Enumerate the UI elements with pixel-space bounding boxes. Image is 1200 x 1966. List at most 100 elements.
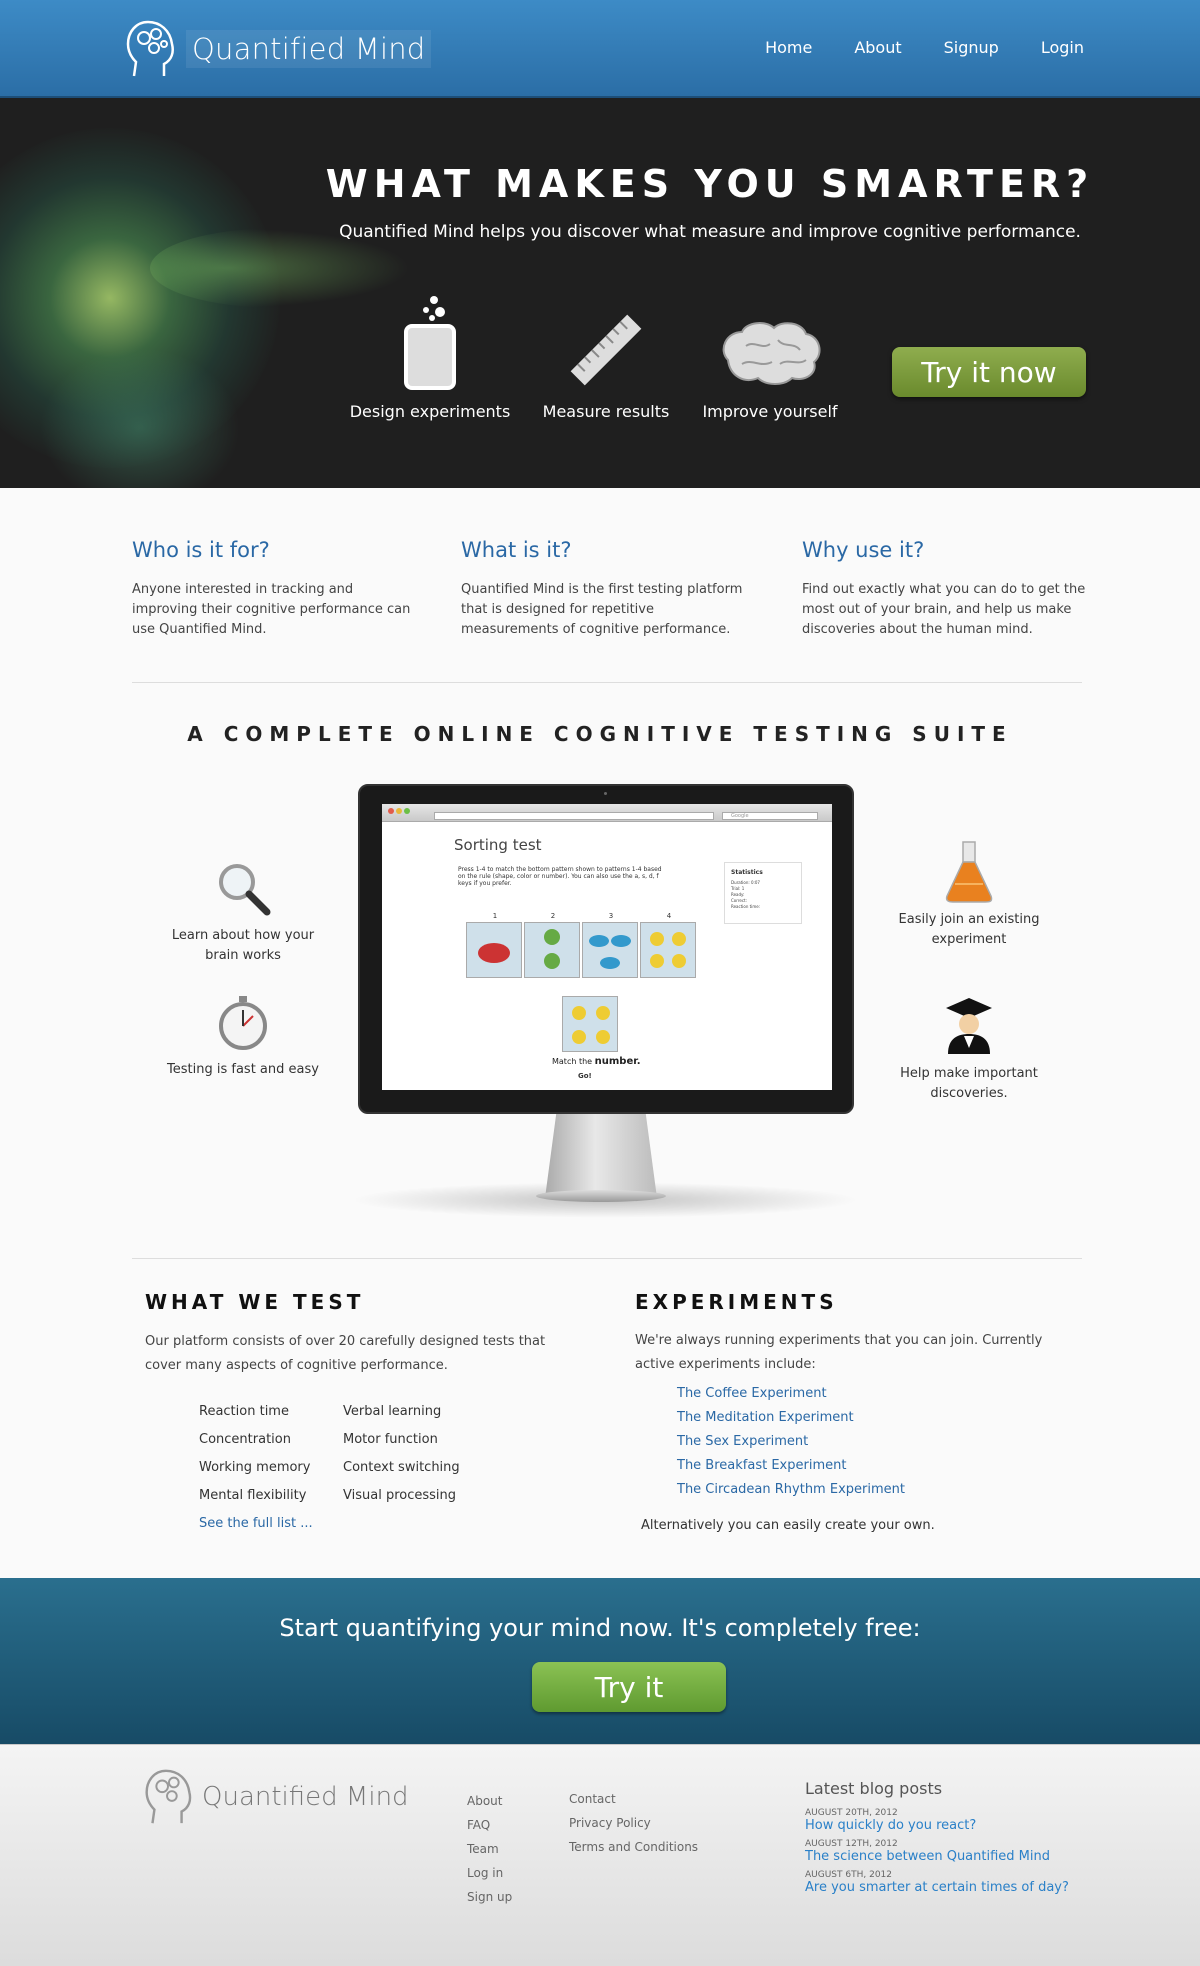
intro-who-text: Anyone interested in tracking and improv… [132, 582, 411, 637]
feature-improve: Improve yourself [685, 290, 855, 421]
try-it-now-button[interactable]: Try it now [892, 347, 1086, 397]
suite-title: A COMPLETE ONLINE COGNITIVE TESTING SUIT… [187, 722, 1013, 746]
intro-what-text: Quantified Mind is the first testing pla… [461, 582, 743, 637]
see-full-list-link[interactable]: See the full list ... [199, 1516, 313, 1531]
footer-link-login[interactable]: Log in [467, 1861, 512, 1885]
footer-link-signup[interactable]: Sign up [467, 1885, 512, 1909]
window-close-dot [388, 808, 394, 814]
match-prefix: Match the [552, 1057, 593, 1066]
cta-text: Start quantifying your mind now. It's co… [279, 1614, 921, 1642]
whale-icon [589, 935, 631, 969]
tile-number: 2 [550, 912, 556, 920]
post-link[interactable]: The science between Quantified Mind [805, 1849, 1095, 1864]
test-item: Verbal learning [343, 1404, 442, 1419]
side-fast: Testing is fast and easy [158, 990, 328, 1080]
footer-link-contact[interactable]: Contact [569, 1787, 698, 1811]
intro-who: Who is it for? Anyone interested in trac… [132, 538, 422, 640]
pattern-tile [582, 922, 638, 978]
chick-icon [572, 1006, 610, 1044]
experiment-link-coffee[interactable]: The Coffee Experiment [677, 1382, 905, 1406]
address-bar [434, 812, 714, 820]
monitor-base [536, 1190, 666, 1202]
window-max-dot [404, 808, 410, 814]
intro-why-text: Find out exactly what you can do to get … [802, 582, 1086, 637]
footer-logo-text: Quantified Mind [202, 1782, 409, 1812]
side-join-label: Easily join an existing experiment [898, 912, 1040, 947]
nav-signup[interactable]: Signup [944, 38, 999, 57]
try-it-button[interactable]: Try it [532, 1662, 726, 1712]
post-link[interactable]: Are you smarter at certain times of day? [805, 1880, 1095, 1895]
stats-title: Statistics [731, 869, 763, 876]
test-item: Context switching [343, 1460, 460, 1475]
camera-dot [604, 792, 607, 795]
graduate-icon [946, 998, 992, 1054]
what-we-test-title: WHAT WE TEST [145, 1290, 365, 1314]
test-item: Mental flexibility [199, 1488, 307, 1503]
feature-measure: Measure results [521, 290, 691, 421]
stopwatch-icon [219, 996, 267, 1050]
test-list-2: Verbal learning Motor function Context s… [343, 1398, 460, 1510]
monitor: Google Sorting test Press 1-4 to match t… [358, 784, 854, 1114]
post-date: AUGUST 6TH, 2012 [805, 1870, 892, 1880]
ruler-icon [570, 314, 642, 386]
feature-measure-label: Measure results [542, 402, 670, 421]
target-tile [562, 996, 618, 1052]
test-item: Reaction time [199, 1404, 289, 1419]
intro-what: What is it? Quantified Mind is the first… [461, 538, 751, 640]
stats-box: Statistics Duration: 0:07 Trial: 1 Ready… [724, 862, 802, 924]
hero-banner: WHAT MAKES YOU SMARTER? Quantified Mind … [0, 98, 1200, 488]
footer-link-faq[interactable]: FAQ [467, 1813, 512, 1837]
brain-icon [722, 322, 821, 385]
match-word: number. [594, 1056, 641, 1067]
nav-login[interactable]: Login [1041, 38, 1084, 57]
beaker-icon [404, 296, 456, 390]
sorting-test-title: Sorting test [454, 836, 542, 854]
test-item: Working memory [199, 1460, 311, 1475]
experiments-text: We're always running experiments that yo… [635, 1333, 1043, 1372]
experiment-link-meditation[interactable]: The Meditation Experiment [677, 1406, 905, 1430]
match-instruction: Match the number. [552, 1056, 641, 1067]
tile-number: 1 [492, 912, 498, 920]
nav-about[interactable]: About [854, 38, 901, 57]
footer-logo[interactable]: Quantified Mind [142, 1765, 409, 1829]
logo[interactable]: Quantified Mind [124, 16, 432, 82]
footer-link-privacy[interactable]: Privacy Policy [569, 1811, 698, 1835]
octopus-icon [544, 929, 560, 969]
pattern-tile [466, 922, 522, 978]
hero-subtitle: Quantified Mind helps you discover what … [339, 222, 1081, 242]
pattern-tile [640, 922, 696, 978]
side-learn: Learn about how your brain works [158, 856, 328, 966]
experiment-list: The Coffee Experiment The Meditation Exp… [677, 1382, 905, 1502]
post-link[interactable]: How quickly do you react? [805, 1818, 1095, 1833]
test-item: Motor function [343, 1432, 438, 1447]
browser-search-box: Google [722, 812, 818, 820]
side-fast-label: Testing is fast and easy [167, 1062, 319, 1077]
footer-link-terms[interactable]: Terms and Conditions [569, 1835, 698, 1859]
side-learn-label: Learn about how your brain works [171, 928, 315, 963]
tile-numbers: 1 2 3 4 [466, 912, 698, 920]
pattern-tile [524, 922, 580, 978]
sorting-test-instructions: Press 1-4 to match the bottom pattern sh… [458, 866, 662, 887]
top-bar: Quantified Mind Home About Signup Login [0, 0, 1200, 98]
footer: Quantified Mind About FAQ Team Log in Si… [0, 1744, 1200, 1966]
experiments-alt-text: Alternatively you can easily create your… [641, 1518, 935, 1533]
blog-posts: Latest blog posts AUGUST 20TH, 2012 How … [805, 1779, 1095, 1901]
nav-home[interactable]: Home [765, 38, 812, 57]
experiment-link-circadean[interactable]: The Circadean Rhythm Experiment [677, 1478, 905, 1502]
experiment-link-breakfast[interactable]: The Breakfast Experiment [677, 1454, 905, 1478]
monitor-screen: Google Sorting test Press 1-4 to match t… [382, 804, 832, 1090]
tile-number: 3 [608, 912, 614, 920]
experiment-link-sex[interactable]: The Sex Experiment [677, 1430, 905, 1454]
footer-link-team[interactable]: Team [467, 1837, 512, 1861]
monitor-stand [545, 1114, 657, 1198]
side-discover: Help make important discoveries. [884, 994, 1054, 1104]
hero-title: WHAT MAKES YOU SMARTER? [325, 162, 1095, 206]
side-join: Easily join an existing experiment [884, 840, 1054, 950]
feature-improve-label: Improve yourself [702, 402, 838, 421]
magnifier-icon [219, 864, 271, 916]
what-we-test-text: Our platform consists of over 20 careful… [145, 1334, 546, 1373]
footer-link-about[interactable]: About [467, 1789, 512, 1813]
intro-who-title: Who is it for? [132, 538, 270, 562]
flask-icon [945, 841, 993, 903]
go-label: Go! [578, 1072, 592, 1080]
